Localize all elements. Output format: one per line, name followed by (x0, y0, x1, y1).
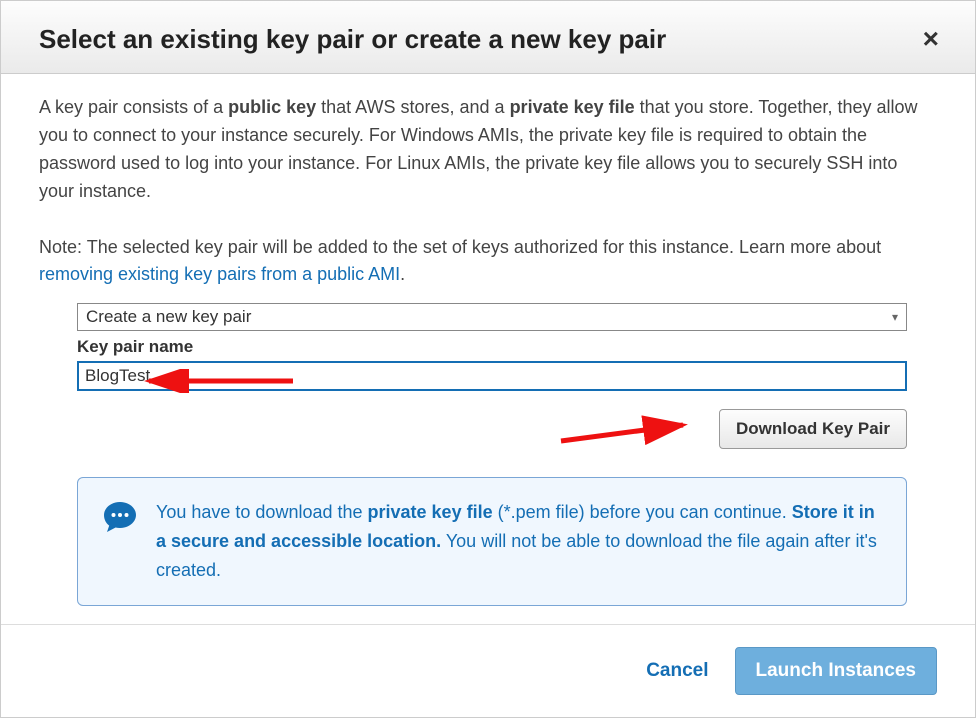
info-bold-private-key: private key file (368, 502, 493, 522)
info-mid: (*.pem file) before you can continue. (493, 502, 792, 522)
cancel-button[interactable]: Cancel (646, 660, 708, 682)
dialog-footer: Cancel Launch Instances (1, 624, 975, 717)
info-pre: You have to download the (156, 502, 368, 522)
keypair-mode-select[interactable]: Create a new key pair ▾ (77, 303, 907, 331)
launch-instances-button[interactable]: Launch Instances (735, 647, 938, 695)
desc-text: that AWS stores, and a (316, 97, 509, 117)
note-dot: . (400, 264, 405, 284)
download-keypair-button[interactable]: Download Key Pair (719, 409, 907, 449)
info-text: You have to download the private key fil… (156, 498, 884, 584)
chevron-down-icon: ▾ (892, 310, 898, 324)
remove-keypairs-link[interactable]: removing existing key pairs from a publi… (39, 264, 400, 284)
note-text: Note: The selected key pair will be adde… (39, 237, 881, 257)
form-block: Create a new key pair ▾ Key pair name Do… (39, 303, 937, 605)
desc-bold-private-key: private key file (510, 97, 635, 117)
close-icon[interactable]: × (917, 23, 945, 55)
description-paragraph: A key pair consists of a public key that… (39, 94, 937, 206)
speech-bubble-icon (100, 498, 140, 538)
keypair-dialog: Select an existing key pair or create a … (0, 0, 976, 718)
dialog-body: A key pair consists of a public key that… (1, 74, 975, 624)
keypair-name-label: Key pair name (77, 337, 937, 357)
info-alert: You have to download the private key fil… (77, 477, 907, 605)
dialog-header: Select an existing key pair or create a … (1, 1, 975, 74)
desc-bold-public-key: public key (228, 97, 316, 117)
desc-text: A key pair consists of a (39, 97, 228, 117)
download-row: Download Key Pair (77, 409, 907, 449)
dialog-title: Select an existing key pair or create a … (39, 24, 666, 55)
keypair-name-input[interactable] (77, 361, 907, 391)
annotation-arrow-icon (557, 415, 697, 451)
note-paragraph: Note: The selected key pair will be adde… (39, 234, 937, 290)
select-value: Create a new key pair (86, 307, 251, 327)
